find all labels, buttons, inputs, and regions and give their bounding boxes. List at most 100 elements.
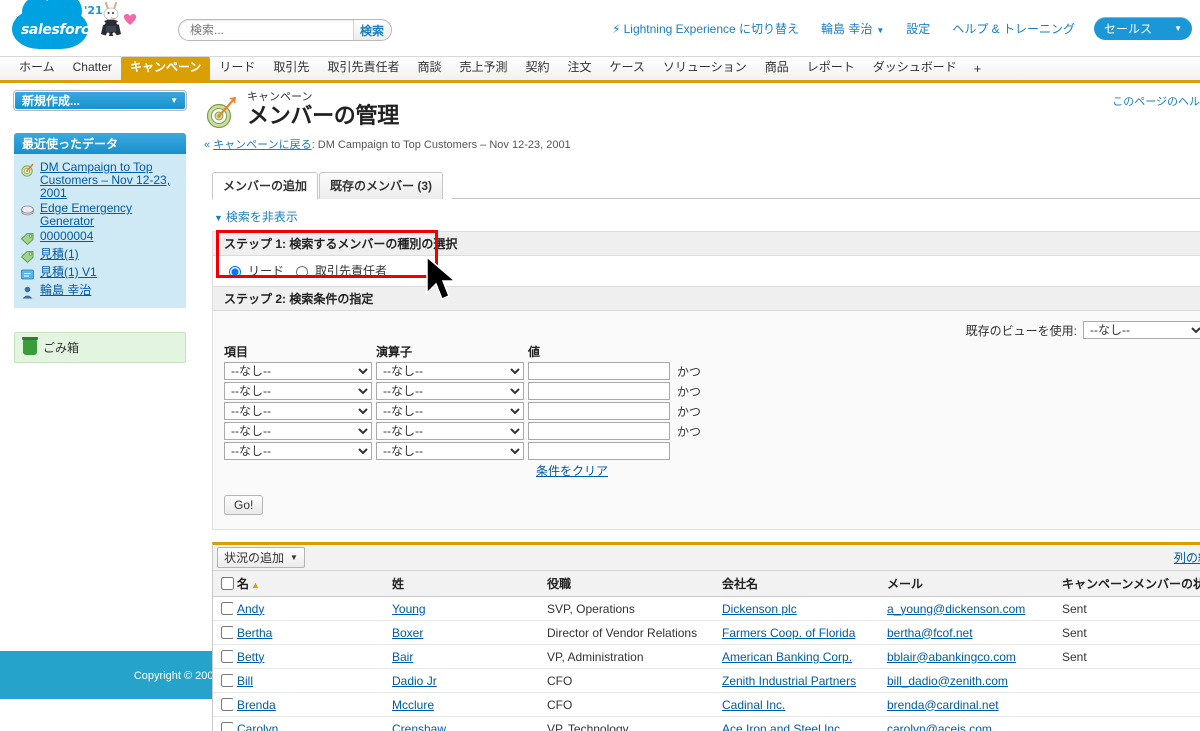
tab-opportunities[interactable]: 商談 (408, 56, 450, 80)
company-link[interactable]: Dickenson plc (722, 602, 797, 616)
search-input[interactable] (179, 23, 353, 37)
cell-first-name[interactable]: Bertha (233, 620, 388, 645)
filter-field-select[interactable]: --なし-- (224, 382, 372, 400)
filter-value-input[interactable] (528, 442, 670, 460)
tab-contracts[interactable]: 契約 (516, 56, 558, 80)
list-item[interactable]: 見積(1) V1 (20, 266, 180, 282)
tab-all-tabs-plus[interactable]: + (966, 57, 990, 80)
cell-company[interactable]: American Banking Corp. (718, 644, 883, 669)
filter-operator-select[interactable]: --なし-- (376, 422, 524, 440)
member-type-radio-group[interactable]: リード 取引先責任者 (213, 256, 1200, 286)
cell-first-name[interactable]: Bill (233, 668, 388, 693)
cell-first-name[interactable]: Andy (233, 596, 388, 621)
cell-first-name[interactable]: Betty (233, 644, 388, 669)
row-checkbox[interactable] (221, 626, 233, 639)
column-header-member-status[interactable]: キャンペーンメンバーの状況 (1058, 571, 1200, 597)
table-row[interactable]: Bill Dadio Jr CFO Zenith Industrial Part… (213, 668, 1200, 693)
row-select-cell[interactable] (213, 668, 233, 693)
tab-orders[interactable]: 注文 (559, 56, 601, 80)
tab-chatter[interactable]: Chatter (64, 56, 121, 80)
global-search[interactable]: 検索 (178, 19, 392, 41)
first-name-link[interactable]: Carolyn (237, 722, 278, 731)
table-row[interactable]: Betty Bair VP, Administration American B… (213, 644, 1200, 669)
column-header-last-name[interactable]: 姓 (388, 571, 543, 597)
back-to-campaign-link[interactable]: キャンペーンに戻る (213, 139, 311, 151)
switch-to-lightning-link[interactable]: ⚡ Lightning Experience に切り替え (601, 20, 810, 37)
filter-field-select[interactable]: --なし-- (224, 442, 372, 460)
row-select-cell[interactable] (213, 716, 233, 731)
list-item-label[interactable]: 見積(1) V1 (40, 266, 97, 279)
filter-value-input[interactable] (528, 422, 670, 440)
cell-email[interactable]: bertha@fcof.net (883, 620, 1058, 645)
company-link[interactable]: Zenith Industrial Partners (722, 674, 856, 688)
cell-email[interactable]: carolyn@aceis.com (883, 716, 1058, 731)
row-checkbox[interactable] (221, 674, 233, 687)
email-link[interactable]: bertha@fcof.net (887, 626, 973, 640)
email-link[interactable]: a_young@dickenson.com (887, 602, 1025, 616)
row-select-cell[interactable] (213, 596, 233, 621)
first-name-link[interactable]: Bill (237, 674, 253, 688)
cell-last-name[interactable]: Boxer (388, 620, 543, 645)
column-header-first-name[interactable]: 名 ▲ (233, 571, 388, 597)
tab-existing-members[interactable]: 既存のメンバー (3) (319, 172, 444, 199)
list-item-label[interactable]: 00000004 (40, 230, 93, 243)
add-status-button[interactable]: 状況の追加 ▼ (217, 547, 305, 568)
sidebar-item-recycle-bin[interactable]: ごみ箱 (14, 332, 186, 363)
cell-company[interactable]: Dickenson plc (718, 596, 883, 621)
table-row[interactable]: Brenda Mcclure CFO Cadinal Inc. brenda@c… (213, 692, 1200, 717)
list-item-label[interactable]: 見積(1) (40, 248, 79, 261)
last-name-link[interactable]: Boxer (392, 626, 423, 640)
first-name-link[interactable]: Bertha (237, 626, 272, 640)
table-row[interactable]: Bertha Boxer Director of Vendor Relation… (213, 620, 1200, 645)
table-row[interactable]: Andy Young SVP, Operations Dickenson plc… (213, 596, 1200, 621)
cell-company[interactable]: Ace Iron and Steel Inc. (718, 716, 883, 731)
user-menu[interactable]: 輪島 幸治 ▼ (810, 20, 895, 37)
filter-field-select[interactable]: --なし-- (224, 362, 372, 380)
list-item[interactable]: DM Campaign to Top Customers – Nov 12-23… (20, 161, 180, 200)
radio-option-lead[interactable]: リード (224, 262, 284, 279)
email-link[interactable]: carolyn@aceis.com (887, 722, 992, 731)
cell-last-name[interactable]: Bair (388, 644, 543, 669)
help-training-link[interactable]: ヘルプ & トレーニング (941, 20, 1086, 37)
last-name-link[interactable]: Bair (392, 650, 413, 664)
cell-first-name[interactable]: Carolyn (233, 716, 388, 731)
create-new-button[interactable]: 新規作成... ▼ (13, 90, 187, 111)
row-checkbox[interactable] (221, 650, 233, 663)
app-switcher[interactable]: セールス ▼ (1094, 17, 1192, 40)
tab-dashboards[interactable]: ダッシュボード (864, 56, 966, 80)
row-checkbox[interactable] (221, 722, 233, 731)
setup-link[interactable]: 設定 (895, 20, 941, 37)
list-item[interactable]: 見積(1) (20, 248, 180, 264)
cell-first-name[interactable]: Brenda (233, 692, 388, 717)
last-name-link[interactable]: Young (392, 602, 426, 616)
company-link[interactable]: American Banking Corp. (722, 650, 852, 664)
list-item[interactable]: 輪島 幸治 (20, 284, 180, 300)
filter-value-input[interactable] (528, 402, 670, 420)
list-item[interactable]: Edge Emergency Generator (20, 202, 180, 228)
select-all-header[interactable] (213, 571, 234, 597)
list-item-label[interactable]: DM Campaign to Top Customers – Nov 12-23… (40, 161, 180, 200)
filter-operator-select[interactable]: --なし-- (376, 402, 524, 420)
email-link[interactable]: brenda@cardinal.net (887, 698, 999, 712)
radio-contact-input[interactable] (296, 266, 309, 278)
last-name-link[interactable]: Crenshaw (392, 722, 446, 731)
radio-lead-input[interactable] (229, 266, 241, 278)
tab-products[interactable]: 商品 (756, 56, 798, 80)
row-checkbox[interactable] (221, 602, 233, 615)
cell-last-name[interactable]: Crenshaw (388, 716, 543, 731)
radio-option-contact[interactable]: 取引先責任者 (291, 262, 387, 279)
filter-operator-select[interactable]: --なし-- (376, 442, 524, 460)
first-name-link[interactable]: Betty (237, 650, 264, 664)
cell-last-name[interactable]: Mcclure (388, 692, 543, 717)
first-name-link[interactable]: Brenda (237, 698, 276, 712)
tab-reports[interactable]: レポート (798, 56, 864, 80)
edit-columns-link[interactable]: 列の編集 (1174, 549, 1200, 566)
row-select-cell[interactable] (213, 644, 233, 669)
cell-company[interactable]: Farmers Coop. of Florida (718, 620, 883, 645)
last-name-link[interactable]: Mcclure (392, 698, 434, 712)
cell-company[interactable]: Cadinal Inc. (718, 692, 883, 717)
salesforce-logo[interactable]: salesforce (12, 0, 98, 51)
existing-view-select[interactable]: --なし-- (1083, 321, 1200, 339)
list-item-label[interactable]: 輪島 幸治 (40, 284, 91, 297)
last-name-link[interactable]: Dadio Jr (392, 674, 437, 688)
